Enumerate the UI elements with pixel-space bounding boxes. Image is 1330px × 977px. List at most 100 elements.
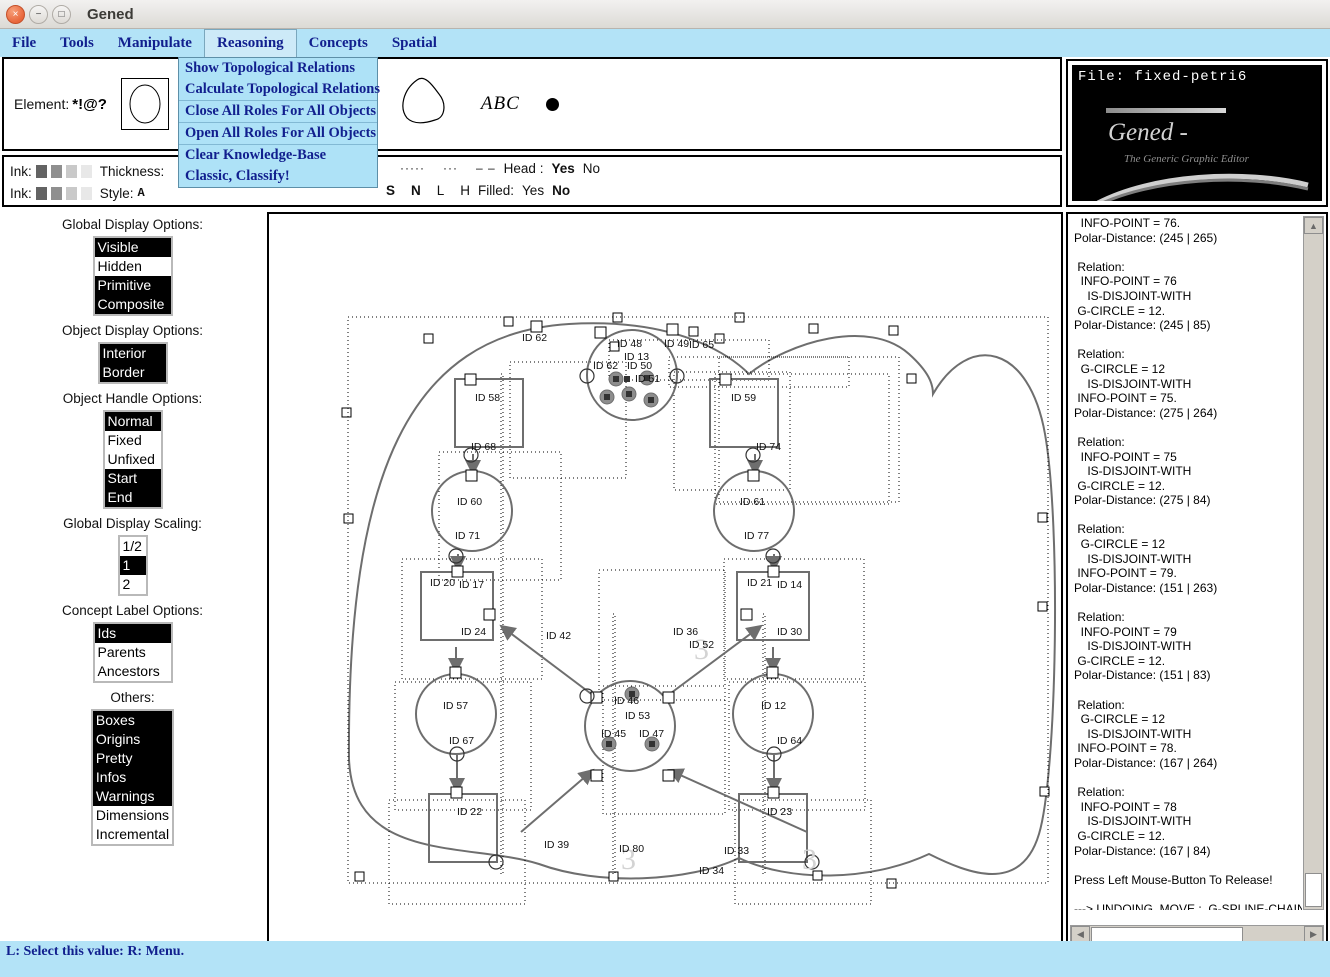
svg-text:ID 61: ID 61 xyxy=(740,496,765,508)
menuitem-classic-classify[interactable]: Classic, Classify! xyxy=(179,166,377,187)
spline-blob-shape-icon[interactable] xyxy=(395,76,451,133)
svg-text:ID 59: ID 59 xyxy=(731,392,756,404)
option-infos[interactable]: Infos xyxy=(92,768,173,787)
option-hidden[interactable]: Hidden xyxy=(95,257,171,276)
drawing-canvas[interactable]: 333 ID 62 ID 65 ID 48 ID 13 ID 62 ID 50 … xyxy=(267,212,1063,949)
menubar: File Tools Manipulate Reasoning Concepts… xyxy=(0,29,1330,57)
dash-sample-1[interactable]: ····· xyxy=(400,161,425,175)
ink2-swatch-1[interactable] xyxy=(35,186,47,200)
option-visible[interactable]: Visible xyxy=(94,238,171,257)
ellipse-shape-icon[interactable] xyxy=(120,78,169,130)
filled-dot-tool-icon[interactable] xyxy=(545,97,559,111)
filled-no-option[interactable]: No xyxy=(552,183,570,198)
menuitem-open-all-roles[interactable]: Open All Roles For All Objects xyxy=(179,122,377,144)
others-options-listbox[interactable]: Boxes Origins Pretty Infos Warnings Dime… xyxy=(90,709,175,846)
menu-spatial[interactable]: Spatial xyxy=(380,29,449,57)
option-interior[interactable]: Interior xyxy=(99,344,166,363)
cap-option-l[interactable]: L xyxy=(437,183,445,198)
cap-option-h[interactable]: H xyxy=(460,183,470,198)
option-scale-1[interactable]: 1 xyxy=(119,556,146,575)
option-boxes[interactable]: Boxes xyxy=(92,711,173,730)
option-start[interactable]: Start xyxy=(104,469,161,488)
svg-text:ID 14: ID 14 xyxy=(777,579,802,591)
option-border[interactable]: Border xyxy=(99,363,166,382)
ink-toolbar-right: ····· ··· – – Head : Yes No S N L H Fill… xyxy=(382,157,1060,201)
dash-sample-3[interactable]: – – xyxy=(476,161,496,175)
ink2-swatch-3[interactable] xyxy=(65,186,77,200)
filled-row: S N L H Filled: Yes No xyxy=(382,179,1060,201)
option-scale-half[interactable]: 1/2 xyxy=(120,537,146,556)
vertical-scrollbar-thumb[interactable] xyxy=(1305,873,1322,907)
option-incremental[interactable]: Incremental xyxy=(93,825,172,844)
ink-swatch-2[interactable] xyxy=(50,164,62,178)
head-yes-option[interactable]: Yes xyxy=(551,161,574,176)
option-warnings[interactable]: Warnings xyxy=(92,787,173,806)
svg-text:ID 20: ID 20 xyxy=(430,577,455,589)
logo-brand: Gened - xyxy=(1108,119,1188,146)
object-handle-options-listbox[interactable]: Normal Fixed Unfixed Start End xyxy=(102,410,163,509)
concept-label-options-listbox[interactable]: Ids Parents Ancestors xyxy=(92,622,173,683)
head-no-option[interactable]: No xyxy=(583,161,600,176)
menu-manipulate[interactable]: Manipulate xyxy=(106,29,204,57)
option-parents[interactable]: Parents xyxy=(95,643,171,662)
status-message: L: Select this value: R: Menu. xyxy=(6,944,185,959)
style-value[interactable]: A xyxy=(138,186,145,200)
option-normal[interactable]: Normal xyxy=(104,412,161,431)
menuitem-calculate-topological-relations[interactable]: Calculate Topological Relations xyxy=(179,79,380,100)
logo-inner: File: fixed-petri6 Gened - The Generic G… xyxy=(1072,65,1322,201)
window-maximize-button[interactable]: □ xyxy=(52,4,71,24)
menuitem-clear-knowledge-base[interactable]: Clear Knowledge-Base xyxy=(179,144,377,166)
option-scale-2[interactable]: 2 xyxy=(120,575,146,594)
option-ids[interactable]: Ids xyxy=(94,624,171,643)
svg-text:ID 62: ID 62 xyxy=(593,360,618,372)
option-pretty[interactable]: Pretty xyxy=(92,749,173,768)
horizontal-scrollbar-thumb[interactable] xyxy=(1091,927,1243,942)
output-vertical-scrollbar[interactable]: ▲ xyxy=(1303,216,1324,910)
window-close-button[interactable]: × xyxy=(6,4,25,24)
menu-tools[interactable]: Tools xyxy=(48,29,106,57)
section-title-global-display-scaling: Global Display Scaling: xyxy=(63,516,202,531)
head-label: Head : xyxy=(503,160,544,176)
option-origins[interactable]: Origins xyxy=(92,730,173,749)
object-display-options-listbox[interactable]: Interior Border xyxy=(97,342,168,384)
scroll-up-arrow-icon[interactable]: ▲ xyxy=(1304,217,1323,234)
global-display-options-listbox[interactable]: Visible Hidden Primitive Composite xyxy=(92,236,173,316)
option-fixed[interactable]: Fixed xyxy=(105,431,161,450)
text-tool-icon[interactable]: ABC xyxy=(481,93,520,115)
svg-text:ID 22: ID 22 xyxy=(457,806,482,818)
logo-swoosh-decoration xyxy=(1096,173,1309,201)
window-minimize-button[interactable]: − xyxy=(29,4,48,24)
option-end[interactable]: End xyxy=(104,488,161,507)
options-sidebar: Global Display Options: Visible Hidden P… xyxy=(0,210,265,940)
horizontal-scrollbar-track[interactable] xyxy=(1244,927,1304,942)
svg-text:ID 74: ID 74 xyxy=(756,441,781,453)
cap-option-s[interactable]: S xyxy=(386,183,395,198)
svg-text:ID 30: ID 30 xyxy=(777,626,802,638)
ink-swatch-3[interactable] xyxy=(65,164,77,178)
dash-sample-2[interactable]: ··· xyxy=(443,161,458,175)
petri-net-diagram[interactable]: 33 3 ID 62 ID 65 ID 48 ID 13 ID 62 ID 50 … xyxy=(269,214,1061,947)
svg-text:ID 71: ID 71 xyxy=(455,530,480,542)
ink-swatch-1[interactable] xyxy=(35,164,47,178)
logo-tagline: The Generic Graphic Editor xyxy=(1124,153,1249,165)
option-primitive[interactable]: Primitive xyxy=(94,276,171,295)
svg-text:ID 64: ID 64 xyxy=(777,735,802,747)
filled-yes-option[interactable]: Yes xyxy=(522,183,544,198)
ink2-swatch-2[interactable] xyxy=(50,186,62,200)
element-label: Element: xyxy=(14,96,70,112)
menu-concepts[interactable]: Concepts xyxy=(297,29,380,57)
file-label: File: xyxy=(1078,69,1126,85)
option-ancestors[interactable]: Ancestors xyxy=(95,662,171,681)
ink2-swatch-4[interactable] xyxy=(80,186,92,200)
global-display-scaling-listbox[interactable]: 1/2 1 2 xyxy=(117,535,148,596)
menu-reasoning[interactable]: Reasoning xyxy=(203,29,297,57)
cap-option-n[interactable]: N xyxy=(411,183,421,198)
option-unfixed[interactable]: Unfixed xyxy=(105,450,161,469)
option-dimensions[interactable]: Dimensions xyxy=(93,806,172,825)
menuitem-show-topological-relations[interactable]: Show Topological Relations xyxy=(179,58,377,79)
menuitem-close-all-roles[interactable]: Close All Roles For All Objects xyxy=(179,100,377,122)
option-composite[interactable]: Composite xyxy=(94,295,171,314)
ink-swatch-4[interactable] xyxy=(80,164,92,178)
menu-file[interactable]: File xyxy=(0,29,48,57)
svg-text:ID 49: ID 49 xyxy=(664,338,689,350)
